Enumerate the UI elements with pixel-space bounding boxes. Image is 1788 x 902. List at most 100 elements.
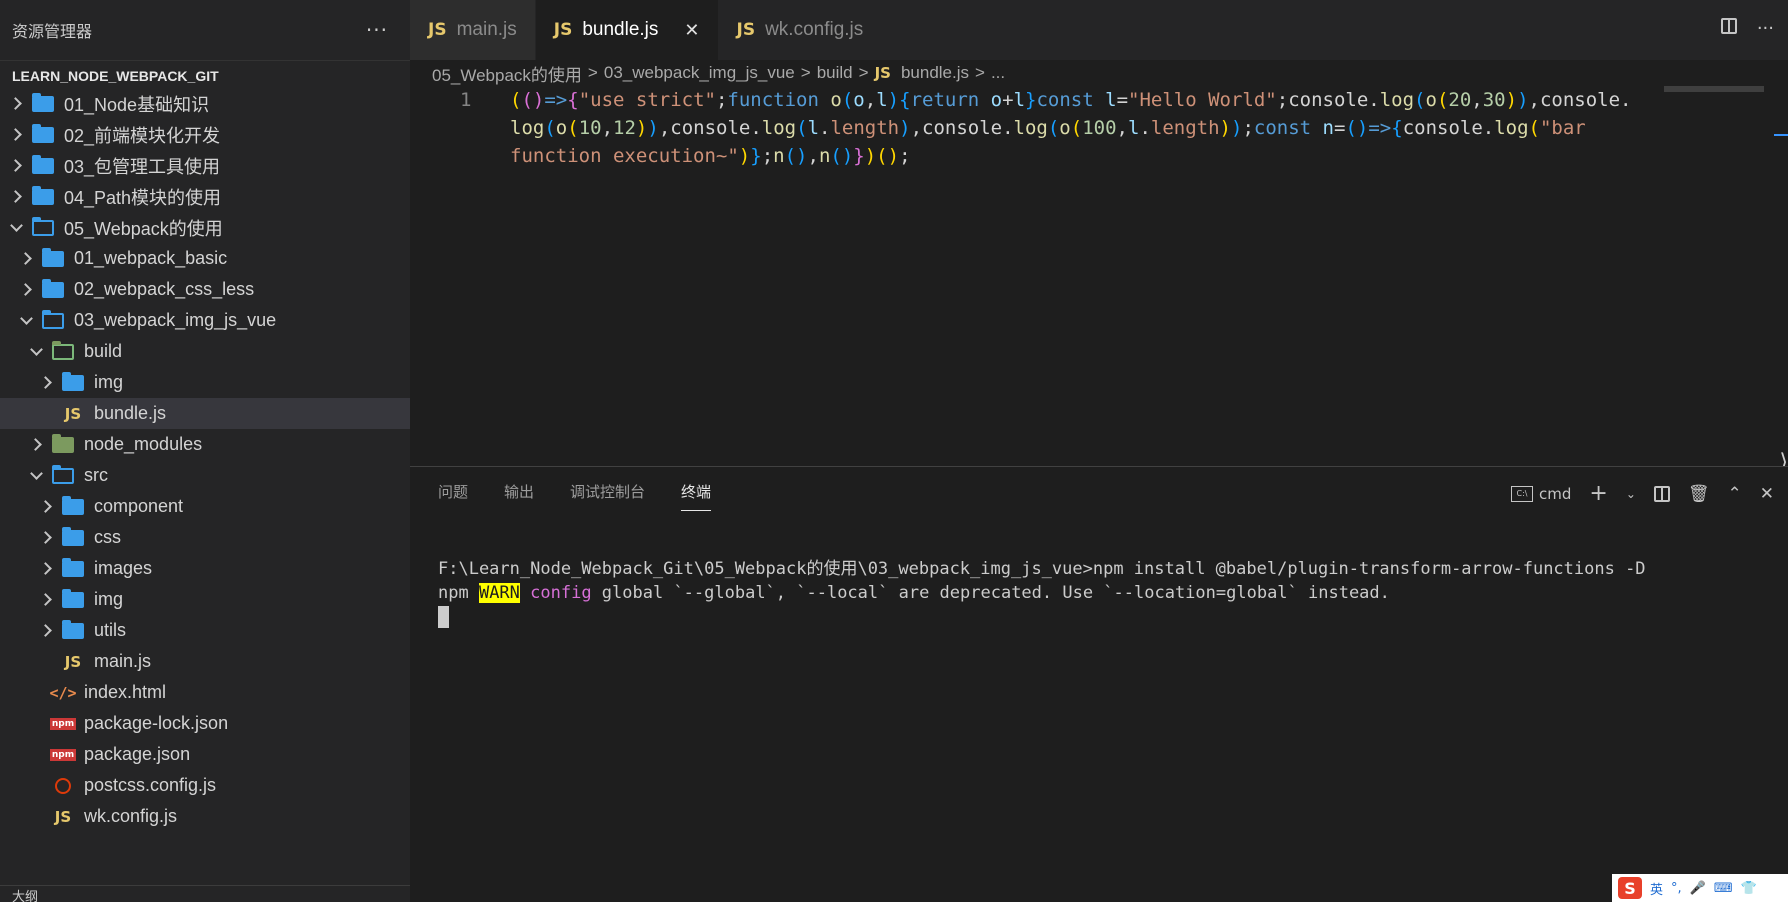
tree-file-item[interactable]: JS bundle.js [0, 398, 410, 429]
code-content[interactable]: (()=>{"use strict";function o(o,l){retur… [510, 86, 1631, 170]
terminal-cursor [438, 606, 449, 628]
tree-folder-item[interactable]: 02_webpack_css_less [0, 274, 410, 305]
terminal-command-line: F:\Learn_Node_Webpack_Git\05_Webpack的使用\… [438, 559, 1646, 579]
minimap[interactable] [1664, 86, 1764, 92]
tree-folder-item[interactable]: img [0, 367, 410, 398]
trash-icon[interactable]: 🗑 [1688, 484, 1710, 504]
chevron-right-icon[interactable] [38, 561, 54, 577]
outline-label: 大纲 [12, 890, 39, 902]
tree-item-label: package.json [84, 744, 191, 764]
chevron-right-icon: > [800, 63, 811, 82]
tree-folder-item[interactable]: 03_包管理工具使用 [0, 150, 410, 181]
more-actions-icon[interactable]: ··· [1757, 18, 1774, 39]
project-name: LEARN_NODE_WEBPACK_GIT [12, 67, 219, 84]
tree-folder-item[interactable]: utils [0, 615, 410, 646]
chevron-right-icon: > [975, 63, 985, 82]
chevron-right-icon[interactable] [38, 375, 54, 391]
npm-file-icon: npm [49, 746, 77, 764]
tree-folder-item[interactable]: 03_webpack_img_js_vue [0, 305, 410, 336]
shell-label: cmd [1539, 484, 1572, 503]
tree-file-item[interactable]: JS main.js [0, 646, 410, 677]
chevron-down-icon[interactable]: ⌄ [1626, 487, 1636, 501]
skin-icon[interactable]: 👕 [1741, 881, 1757, 896]
chevron-down-icon[interactable] [28, 344, 44, 360]
js-badge: JS [54, 807, 72, 826]
chevron-right-icon[interactable] [18, 282, 34, 298]
chevron-down-icon[interactable] [18, 313, 34, 329]
chevron-right-icon[interactable] [8, 127, 24, 143]
tab-debug-console[interactable]: 调试控制台 [570, 481, 645, 511]
close-icon[interactable]: ✕ [684, 20, 699, 41]
tree-folder-item[interactable]: css [0, 522, 410, 553]
tree-file-item[interactable]: </> index.html [0, 677, 410, 708]
file-tree: 01_Node基础知识 02_前端模块化开发 03_包管理工具使用 04_Path模块… [0, 88, 410, 832]
close-icon[interactable]: ✕ [1760, 484, 1774, 504]
ime-language[interactable]: 英 [1650, 879, 1663, 898]
tree-folder-item[interactable]: src [0, 460, 410, 491]
tree-folder-item[interactable]: component [0, 491, 410, 522]
chevron-right-icon[interactable] [38, 592, 54, 608]
tree-folder-item[interactable]: images [0, 553, 410, 584]
outline-section[interactable]: 大纲 [0, 885, 410, 902]
tab-main-js[interactable]: JS main.js [410, 0, 536, 60]
chevron-down-icon[interactable] [28, 468, 44, 484]
chevron-right-icon[interactable] [28, 437, 44, 453]
code-editor[interactable]: 1 (()=>{"use strict";function o(o,l){ret… [410, 86, 1788, 466]
chevron-right-icon[interactable] [38, 530, 54, 546]
tree-folder-item[interactable]: 05_Webpack的使用 [0, 212, 410, 243]
tab-terminal[interactable]: 终端 [681, 481, 712, 511]
folder-icon [62, 557, 84, 578]
tree-folder-item[interactable]: build [0, 336, 410, 367]
folder-shape [32, 154, 54, 174]
chevron-right-icon[interactable] [8, 96, 24, 112]
code-line: log(o(10,12)),console.log(l.length),cons… [510, 117, 1586, 139]
chevron-right-icon[interactable] [8, 158, 24, 174]
tab-output[interactable]: 输出 [504, 481, 534, 511]
folder-shape [52, 433, 74, 453]
chevron-down-icon[interactable] [8, 220, 24, 236]
line-number: 1 [460, 89, 472, 111]
breadcrumb-item[interactable]: build [817, 63, 853, 83]
terminal-output[interactable]: F:\Learn_Node_Webpack_Git\05_Webpack的使用\… [438, 557, 1768, 629]
tab-bundle-js[interactable]: JS bundle.js ✕ [535, 0, 719, 60]
split-editor-icon[interactable] [1720, 18, 1737, 34]
keyboard-icon[interactable]: ⌨ [1714, 881, 1733, 896]
chevron-up-icon[interactable]: ⌃ [1728, 484, 1742, 504]
shell-selector[interactable]: C:\ cmd [1511, 485, 1571, 503]
html-file-icon: </> [49, 684, 76, 702]
tree-folder-item[interactable]: 02_前端模块化开发 [0, 119, 410, 150]
tree-file-item[interactable]: npm package.json [0, 739, 410, 770]
new-terminal-icon[interactable]: + [1589, 481, 1607, 506]
breadcrumb-item[interactable]: bundle.js [901, 63, 969, 83]
more-actions-icon[interactable]: ··· [366, 18, 388, 42]
breadcrumb-item[interactable]: 05_Webpack的使用 [432, 61, 582, 86]
folder-icon [52, 433, 74, 454]
tree-folder-item[interactable]: node_modules [0, 429, 410, 460]
breadcrumb-item[interactable]: ... [991, 63, 1005, 83]
js-file-icon: JS [428, 20, 447, 40]
chevron-right-icon[interactable] [18, 251, 34, 267]
tree-file-item[interactable]: postcss.config.js [0, 770, 410, 801]
tab-problems[interactable]: 问题 [438, 481, 468, 511]
project-section-header[interactable]: LEARN_NODE_WEBPACK_GIT [0, 60, 410, 90]
split-terminal-icon[interactable] [1653, 485, 1670, 502]
terminal-icon: C:\ [1511, 485, 1534, 502]
tree-item-label: img [94, 589, 124, 609]
tree-folder-item[interactable]: 01_webpack_basic [0, 243, 410, 274]
chevron-right-icon: > [858, 63, 869, 82]
ime-toolbar[interactable]: S 英 °, 🎤 ⌨ 👕 [1612, 874, 1788, 902]
tree-folder-item[interactable]: img [0, 584, 410, 615]
tree-folder-item[interactable]: 01_Node基础知识 [0, 88, 410, 119]
chevron-right-icon[interactable] [8, 189, 24, 205]
chevron-right-icon[interactable] [38, 499, 54, 515]
tree-file-item[interactable]: JS wk.config.js [0, 801, 410, 832]
tree-folder-item[interactable]: 04_Path模块的使用 [0, 181, 410, 212]
microphone-icon[interactable]: 🎤 [1690, 881, 1706, 896]
tab-wk-config-js[interactable]: JS wk.config.js [718, 0, 883, 60]
breadcrumb-item[interactable]: 03_webpack_img_js_vue [604, 63, 795, 83]
chevron-right-icon[interactable] [38, 623, 54, 639]
punctuation-icon[interactable]: °, [1671, 881, 1682, 896]
tree-file-item[interactable]: npm package-lock.json [0, 708, 410, 739]
